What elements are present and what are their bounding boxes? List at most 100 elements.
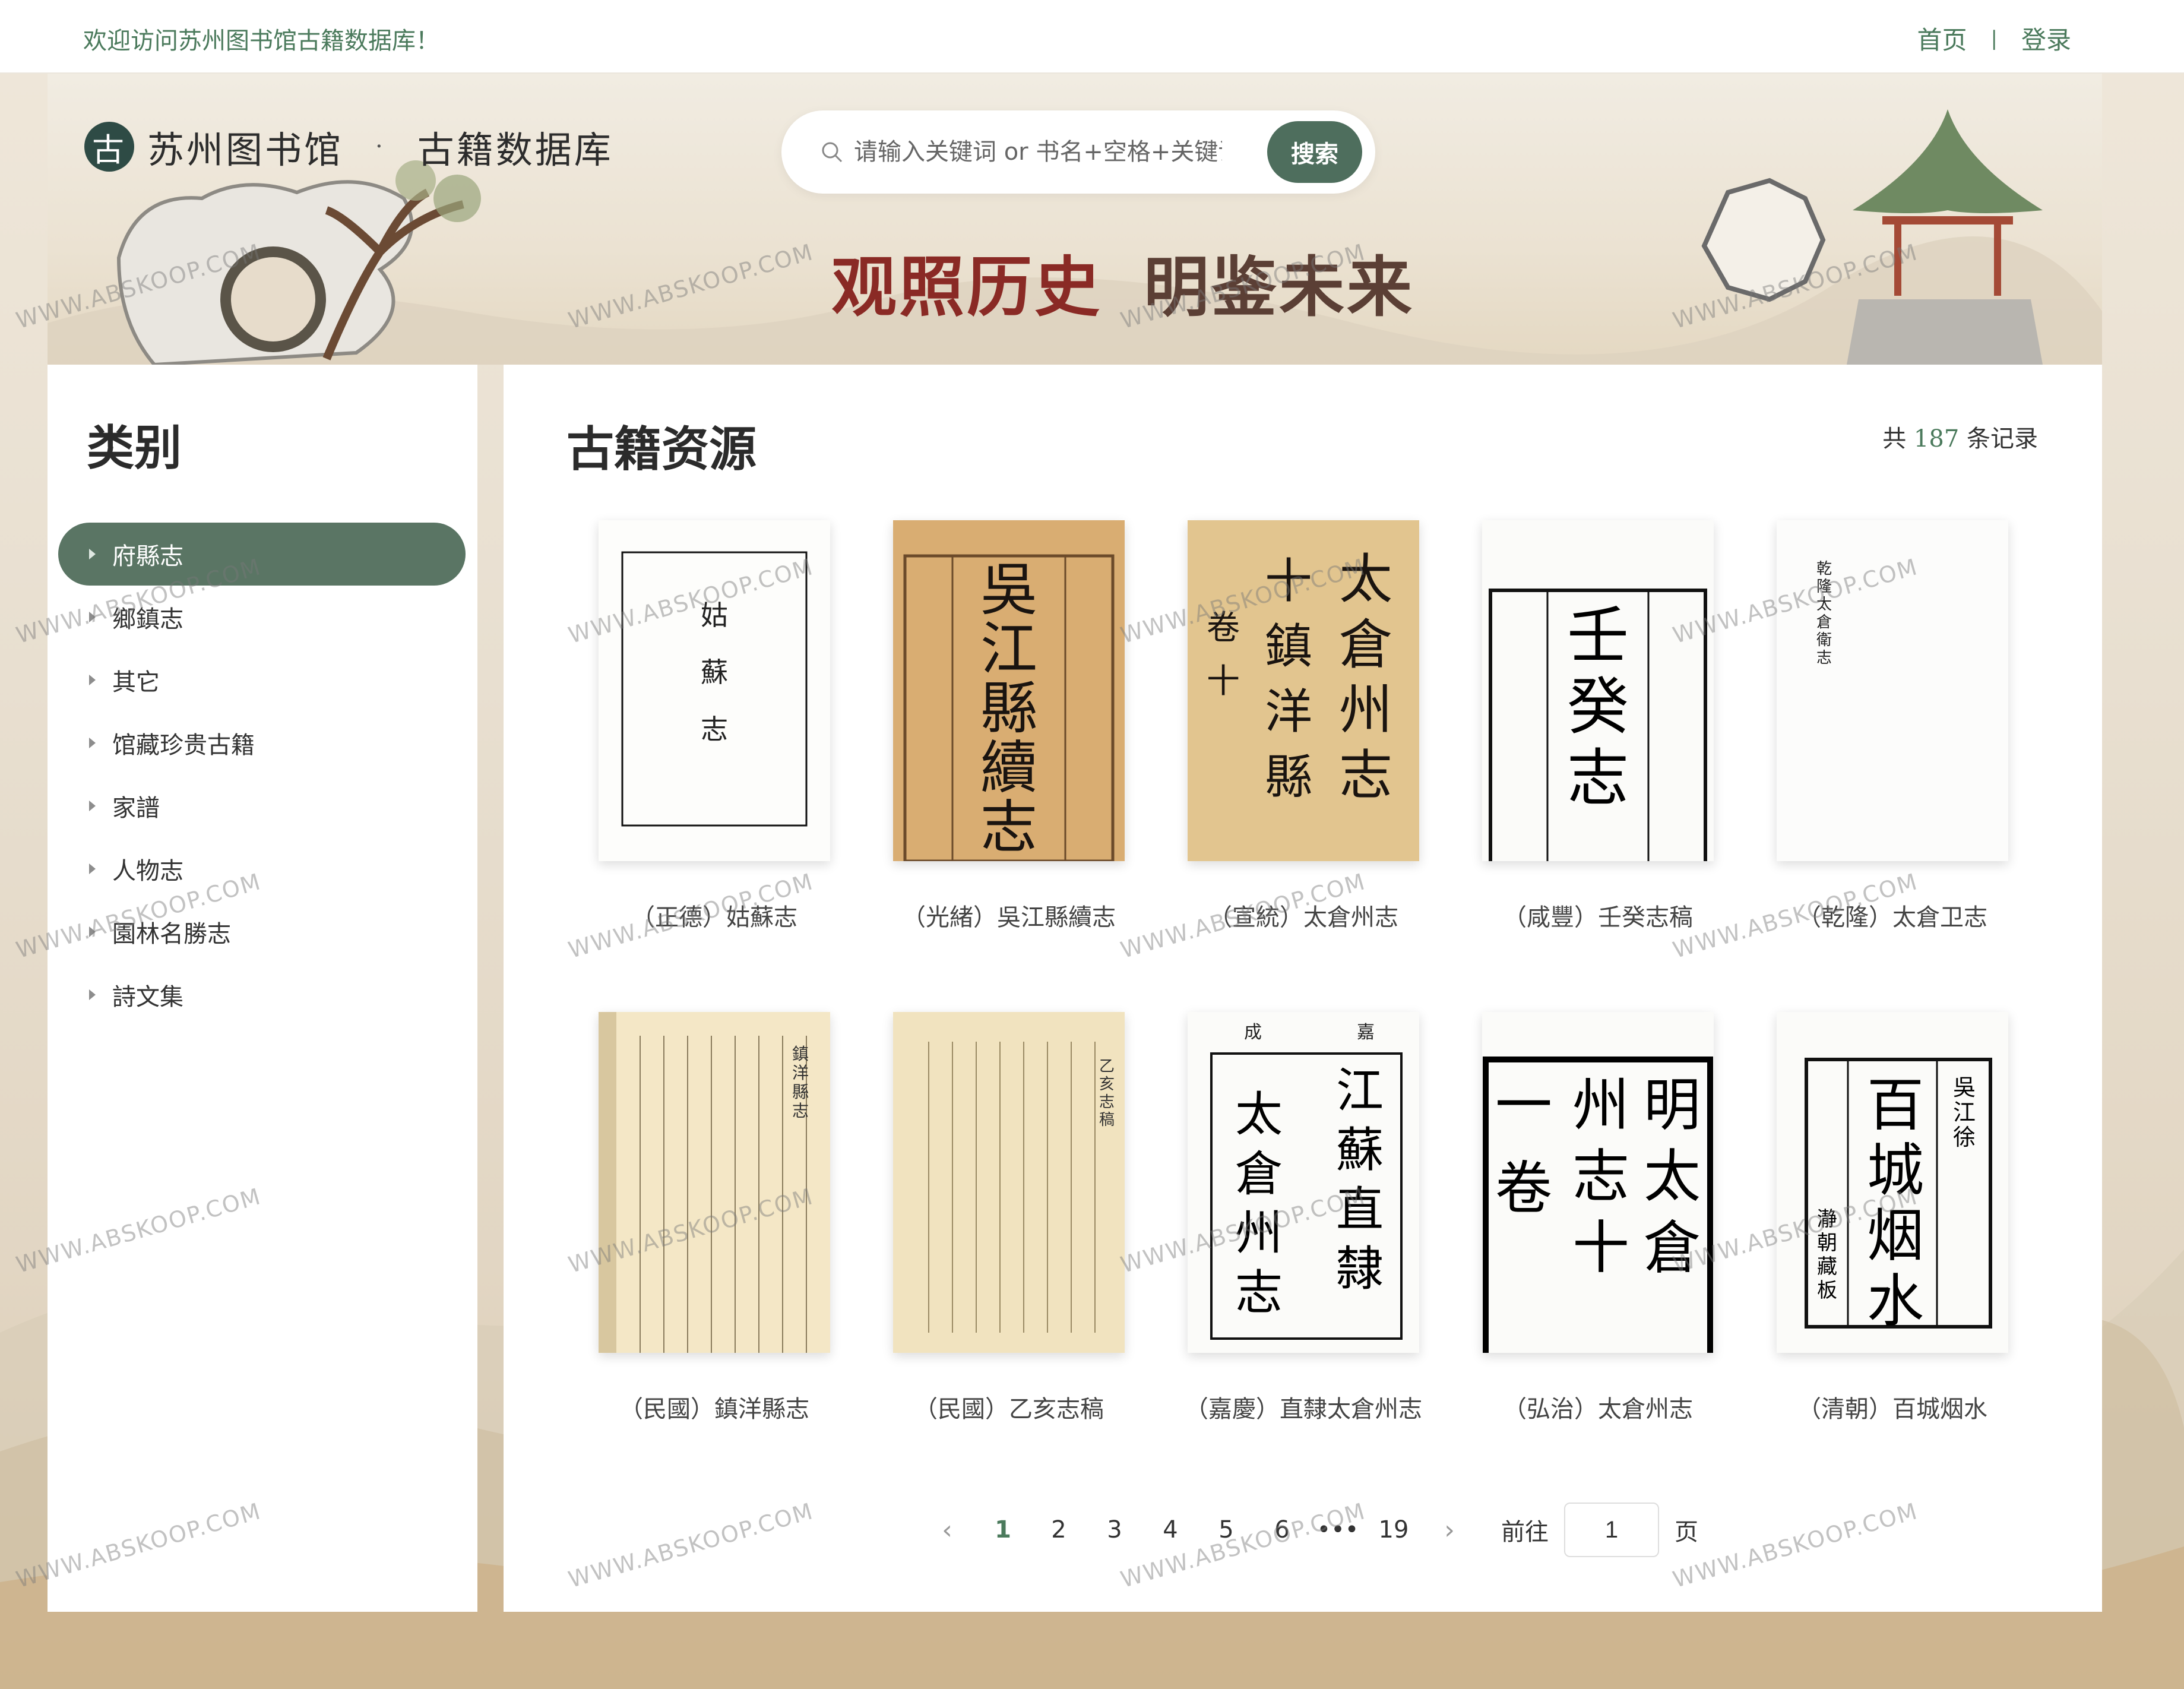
category-item[interactable]: 人物志 (58, 837, 466, 900)
page-number[interactable]: 5 (1198, 1516, 1254, 1543)
category-item[interactable]: 詩文集 (58, 963, 466, 1026)
book-title[interactable]: （正德）姑蘇志 (563, 898, 866, 932)
category-item[interactable]: 家譜 (58, 774, 466, 837)
svg-text:洋: 洋 (792, 1063, 809, 1083)
book-title[interactable]: （咸豐）壬癸志稿 (1446, 898, 1749, 932)
book-cover[interactable]: 乙 亥 志 稿 (893, 1012, 1125, 1353)
svg-text:乾: 乾 (1816, 560, 1832, 578)
svg-text:蘇: 蘇 (701, 656, 728, 688)
logo-icon: 古 (84, 122, 134, 172)
svg-text:隆: 隆 (1816, 578, 1832, 596)
svg-text:藏: 藏 (1817, 1255, 1837, 1279)
book-card[interactable]: 姑 蘇 志 （正德）姑蘇志 (599, 520, 830, 931)
book-cover[interactable]: 百 城 烟 水 吳 江 徐 瀞 朝 藏 板 (1777, 1012, 2008, 1353)
book-title[interactable]: （宣統）太倉州志 (1152, 898, 1455, 932)
search-icon (822, 142, 843, 163)
book-cover[interactable]: 吳 江 縣 續 志 (893, 520, 1125, 861)
svg-text:志: 志 (1816, 649, 1832, 667)
book-card[interactable]: 吳 江 縣 續 志 （光緒）吳江縣續志 (893, 520, 1125, 931)
svg-text:江: 江 (1336, 1063, 1384, 1118)
svg-text:太: 太 (1816, 596, 1832, 613)
caret-right-icon (89, 675, 96, 685)
book-cover[interactable]: 明 太 倉 州 志 十 一 卷 (1482, 1012, 1714, 1353)
svg-text:板: 板 (1817, 1279, 1837, 1302)
svg-text:直: 直 (1336, 1182, 1384, 1237)
book-title[interactable]: （乾隆）太倉卫志 (1741, 898, 2044, 932)
book-cover[interactable]: 乾 隆 太 倉 衛 志 (1777, 520, 2008, 861)
search-input[interactable] (854, 133, 1222, 171)
category-item[interactable]: 馆藏珍贵古籍 (58, 711, 466, 774)
book-card[interactable]: 成 嘉 江 蘇 直 隸 太 倉 州 志 （嘉慶）直隸太倉州志 (1185, 1012, 1422, 1423)
nav-login-link[interactable]: 登录 (2021, 20, 2071, 56)
svg-text:吳: 吳 (1953, 1074, 1976, 1100)
more-pages-ellipsis[interactable]: ••• (1310, 1516, 1366, 1543)
book-title[interactable]: （光緒）吳江縣續志 (857, 898, 1160, 932)
page-number[interactable]: 3 (1087, 1516, 1142, 1543)
page-number[interactable]: 19 (1366, 1516, 1422, 1543)
svg-text:志: 志 (1099, 1093, 1115, 1111)
category-item[interactable]: 鄉鎮志 (58, 586, 466, 649)
book-title[interactable]: （嘉慶）直隸太倉州志 (1152, 1390, 1455, 1424)
category-item[interactable]: 其它 (58, 649, 466, 711)
book-card[interactable]: 壬 癸 志 （咸豐）壬癸志稿 (1482, 520, 1714, 931)
category-item[interactable]: 府縣志 (58, 523, 466, 586)
svg-text:水: 水 (1867, 1268, 1924, 1334)
book-card[interactable]: 太 倉 州 志 十 鎮 洋 縣 卷 十 （宣統）太倉州志 (1188, 520, 1419, 931)
book-title[interactable]: （弘治）太倉州志 (1446, 1390, 1749, 1424)
svg-text:倉: 倉 (1816, 613, 1832, 631)
svg-text:一: 一 (1495, 1072, 1552, 1138)
prev-page-button[interactable]: ‹ (919, 1515, 975, 1545)
book-title[interactable]: （清朝）百城烟水 (1741, 1390, 2044, 1424)
svg-text:吳: 吳 (980, 556, 1037, 623)
book-title[interactable]: （民國）鎮洋縣志 (563, 1390, 866, 1424)
book-cover[interactable]: 壬 癸 志 (1482, 520, 1714, 861)
nav-home-link[interactable]: 首页 (1917, 20, 1967, 56)
page-number[interactable]: 2 (1031, 1516, 1087, 1543)
caret-right-icon (89, 801, 96, 811)
svg-text:太: 太 (1339, 548, 1392, 611)
site-logo[interactable]: 古 苏州图书馆 · 古籍数据库 (84, 120, 613, 173)
svg-text:亥: 亥 (1099, 1076, 1115, 1093)
book-cover[interactable]: 太 倉 州 志 十 鎮 洋 縣 卷 十 (1188, 520, 1419, 861)
book-cover[interactable]: 鎮 洋 縣 志 (599, 1012, 830, 1353)
svg-text:衛: 衛 (1816, 631, 1832, 649)
category-item[interactable]: 園林名勝志 (58, 900, 466, 963)
category-label: 園林名勝志 (112, 921, 231, 948)
slogan: 观照历史 明鉴未来 (831, 234, 1414, 329)
category-label: 詩文集 (112, 983, 183, 1011)
welcome-text: 欢迎访问苏州图书馆古籍数据库！ (83, 27, 439, 55)
svg-text:江: 江 (1953, 1099, 1976, 1125)
next-page-button[interactable]: › (1422, 1515, 1477, 1545)
book-card[interactable]: 乙 亥 志 稿 （民國）乙亥志稿 (893, 1012, 1125, 1423)
svg-text:志: 志 (1567, 742, 1629, 814)
book-card[interactable]: 鎮 洋 縣 志 （民國）鎮洋縣志 (599, 1012, 830, 1423)
caret-right-icon (89, 989, 96, 1000)
category-list: 府縣志 鄉鎮志 其它 馆藏珍贵古籍 家譜 人物志 園林名勝志 詩文集 (58, 523, 466, 1026)
svg-text:百: 百 (1867, 1072, 1924, 1138)
book-title[interactable]: （民國）乙亥志稿 (857, 1390, 1160, 1424)
top-nav: 首页 | 登录 (1917, 20, 2072, 56)
category-label: 馆藏珍贵古籍 (112, 732, 255, 759)
book-card[interactable]: 乾 隆 太 倉 衛 志 （乾隆）太倉卫志 (1777, 520, 2008, 931)
caret-right-icon (89, 864, 96, 874)
svg-text:志: 志 (980, 794, 1037, 861)
book-cover[interactable]: 姑 蘇 志 (599, 520, 830, 861)
page-number[interactable]: 1 (975, 1516, 1031, 1543)
goto-page-input[interactable] (1564, 1503, 1659, 1557)
page-number[interactable]: 6 (1254, 1516, 1310, 1543)
book-card[interactable]: 百 城 烟 水 吳 江 徐 瀞 朝 藏 板 （清朝）百城烟水 (1777, 1012, 2008, 1423)
record-count: 共 187 条记录 (1882, 419, 2038, 454)
count-suffix: 条记录 (1967, 425, 2038, 453)
svg-text:成: 成 (1244, 1022, 1262, 1043)
page-number[interactable]: 4 (1142, 1516, 1198, 1543)
svg-text:卷: 卷 (1495, 1155, 1552, 1222)
svg-text:倉: 倉 (1644, 1214, 1701, 1281)
svg-text:嘉: 嘉 (1357, 1022, 1375, 1043)
svg-text:烟: 烟 (1867, 1203, 1924, 1269)
search-bar: 搜索 (781, 110, 1375, 194)
search-button[interactable]: 搜索 (1267, 121, 1362, 183)
book-cover[interactable]: 成 嘉 江 蘇 直 隸 太 倉 州 志 (1188, 1012, 1419, 1353)
svg-text:朝: 朝 (1817, 1231, 1837, 1255)
book-card[interactable]: 明 太 倉 州 志 十 一 卷 （弘治）太倉州志 (1482, 1012, 1714, 1423)
svg-text:十: 十 (1572, 1214, 1629, 1281)
